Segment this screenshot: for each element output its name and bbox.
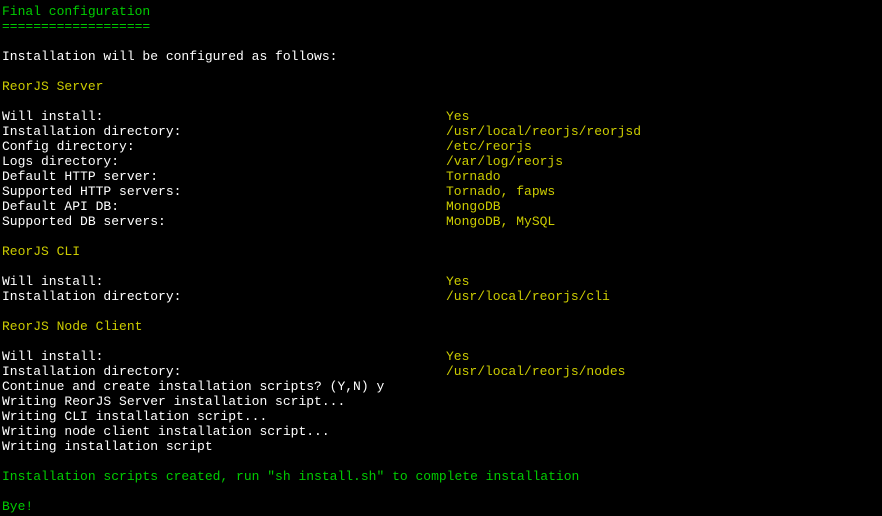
- config-key: Config directory:: [2, 139, 446, 154]
- config-val: MongoDB: [446, 199, 501, 214]
- prompt-answer: y: [376, 379, 384, 394]
- config-key: Installation directory:: [2, 289, 446, 304]
- config-row: Installation directory:/usr/local/reorjs…: [2, 289, 880, 304]
- config-key: Installation directory:: [2, 124, 446, 139]
- config-key: Supported HTTP servers:: [2, 184, 446, 199]
- progress-line: Writing ReorJS Server installation scrip…: [2, 394, 880, 409]
- config-row: Supported DB servers:MongoDB, MySQL: [2, 214, 880, 229]
- bye-line: Bye!: [2, 499, 880, 514]
- blank-line: [2, 34, 880, 49]
- config-key: Default API DB:: [2, 199, 446, 214]
- config-key: Will install:: [2, 109, 446, 124]
- config-row: Default API DB:MongoDB: [2, 199, 880, 214]
- node-section-title: ReorJS Node Client: [2, 319, 880, 334]
- config-row: Logs directory:/var/log/reorjs: [2, 154, 880, 169]
- config-key: Logs directory:: [2, 154, 446, 169]
- config-key: Installation directory:: [2, 364, 446, 379]
- progress-line: Writing node client installation script.…: [2, 424, 880, 439]
- prompt-question: Continue and create installation scripts…: [2, 379, 376, 394]
- config-row: Will install:Yes: [2, 274, 880, 289]
- config-row: Config directory:/etc/reorjs: [2, 139, 880, 154]
- config-val: /etc/reorjs: [446, 139, 532, 154]
- config-val: Yes: [446, 109, 469, 124]
- config-row: Will install:Yes: [2, 349, 880, 364]
- progress-line: Writing CLI installation script...: [2, 409, 880, 424]
- blank-line: [2, 304, 880, 319]
- intro-line: Installation will be configured as follo…: [2, 49, 880, 64]
- blank-line: [2, 229, 880, 244]
- server-section-title: ReorJS Server: [2, 79, 880, 94]
- config-key: Default HTTP server:: [2, 169, 446, 184]
- config-val: /var/log/reorjs: [446, 154, 563, 169]
- prompt-line[interactable]: Continue and create installation scripts…: [2, 379, 880, 394]
- config-val: /usr/local/reorjs/cli: [446, 289, 610, 304]
- config-val: /usr/local/reorjs/reorjsd: [446, 124, 641, 139]
- config-row: Supported HTTP servers:Tornado, fapws: [2, 184, 880, 199]
- blank-line: [2, 484, 880, 499]
- config-row: Will install:Yes: [2, 109, 880, 124]
- blank-line: [2, 334, 880, 349]
- title-line: Final configuration: [2, 4, 880, 19]
- blank-line: [2, 259, 880, 274]
- blank-line: [2, 94, 880, 109]
- done-line: Installation scripts created, run "sh in…: [2, 469, 880, 484]
- cli-section-title: ReorJS CLI: [2, 244, 880, 259]
- config-val: /usr/local/reorjs/nodes: [446, 364, 625, 379]
- config-key: Will install:: [2, 274, 446, 289]
- config-val: Tornado: [446, 169, 501, 184]
- config-row: Default HTTP server:Tornado: [2, 169, 880, 184]
- blank-line: [2, 454, 880, 469]
- progress-line: Writing installation script: [2, 439, 880, 454]
- config-val: Tornado, fapws: [446, 184, 555, 199]
- config-val: Yes: [446, 274, 469, 289]
- config-key: Supported DB servers:: [2, 214, 446, 229]
- config-row: Installation directory:/usr/local/reorjs…: [2, 364, 880, 379]
- config-key: Will install:: [2, 349, 446, 364]
- config-val: Yes: [446, 349, 469, 364]
- blank-line: [2, 64, 880, 79]
- config-val: MongoDB, MySQL: [446, 214, 555, 229]
- divider-line: ===================: [2, 19, 880, 34]
- config-row: Installation directory:/usr/local/reorjs…: [2, 124, 880, 139]
